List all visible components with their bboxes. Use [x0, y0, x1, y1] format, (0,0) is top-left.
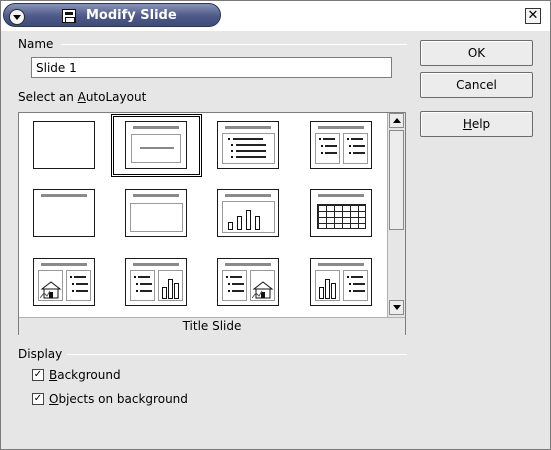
name-separator [61, 44, 407, 45]
layout-title-slide[interactable] [111, 114, 202, 177]
scrollbar-thumb[interactable] [389, 130, 404, 230]
impress-app-icon [62, 9, 76, 23]
autolayout-panel: Title Slide [18, 112, 406, 335]
background-checkbox[interactable]: ✓ [32, 369, 44, 381]
selected-layout-caption: Title Slide [19, 317, 405, 335]
slide-name-input[interactable] [31, 57, 392, 78]
name-heading: Name [18, 37, 54, 51]
help-button[interactable]: Help [420, 111, 533, 137]
house-icon [40, 281, 62, 299]
scroll-up-icon[interactable] [389, 113, 404, 128]
layout-thumbnail [33, 258, 95, 306]
layout-thumbnail [310, 258, 372, 306]
objects-on-background-label[interactable]: Objects on background [49, 392, 188, 406]
background-label[interactable]: Background [49, 368, 121, 382]
cancel-button[interactable]: Cancel [420, 72, 533, 98]
layout-thumbnail [217, 189, 279, 237]
house-icon [252, 281, 274, 299]
window-title: Modify Slide [86, 8, 177, 23]
layout-thumbnail [217, 258, 279, 306]
layout-thumbnail [310, 189, 372, 237]
close-icon[interactable]: ✕ [525, 8, 541, 24]
layout-thumbnail [125, 258, 187, 306]
autolayout-grid [19, 113, 387, 317]
layout-thumbnail [310, 121, 372, 169]
title-bar: Modify Slide ✕ [1, 1, 550, 31]
layout-thumbnail [33, 189, 95, 237]
window-menu-icon[interactable] [9, 9, 25, 25]
layout-thumbnail [125, 121, 187, 169]
modify-slide-dialog: Modify Slide ✕ Name Select an AutoLayout [0, 0, 551, 450]
layout-thumbnail [217, 121, 279, 169]
layout-thumbnail [125, 189, 187, 237]
autolayout-heading: Select an AutoLayout [18, 90, 147, 104]
layout-thumbnail [33, 121, 95, 169]
objects-on-background-checkbox[interactable]: ✓ [32, 393, 44, 405]
title-pill[interactable]: Modify Slide [3, 3, 221, 27]
ok-button[interactable]: OK [420, 40, 533, 66]
layout-scrollbar[interactable] [387, 113, 405, 317]
scroll-down-icon[interactable] [389, 300, 404, 315]
display-separator [67, 354, 407, 355]
display-heading: Display [18, 347, 63, 361]
